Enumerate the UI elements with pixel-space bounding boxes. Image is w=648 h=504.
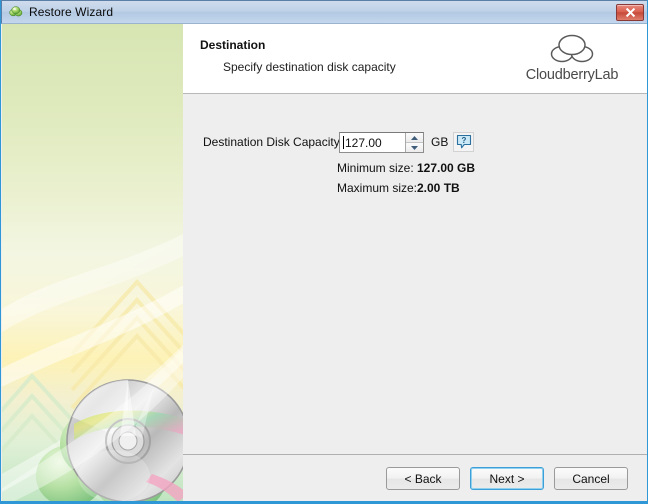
svg-text:?: ? xyxy=(461,136,466,145)
wizard-content-pane: Destination Specify destination disk cap… xyxy=(183,24,647,502)
help-question-icon: ? xyxy=(456,134,471,149)
text-caret xyxy=(343,136,344,149)
cancel-button[interactable]: Cancel xyxy=(554,467,628,490)
back-button[interactable]: < Back xyxy=(386,467,460,490)
list-item: Minimum size: 127.00 GB xyxy=(183,161,647,181)
window-bottom-border xyxy=(1,501,647,503)
window-title: Restore Wizard xyxy=(29,5,114,19)
maximum-size-value: 2.00 TB xyxy=(417,181,460,195)
minimum-size-label: Minimum size: xyxy=(337,161,414,175)
minimum-size-value: 127.00 GB xyxy=(417,161,476,175)
logo-text: CloudberryLab xyxy=(525,67,619,83)
capacity-value: 127.00 xyxy=(345,135,382,150)
destination-disk-capacity-stepper[interactable]: 127.00 xyxy=(339,132,424,153)
capacity-unit-label: GB xyxy=(431,135,449,149)
page-subtitle: Specify destination disk capacity xyxy=(223,60,396,74)
list-item: Maximum size: 2.00 TB xyxy=(183,181,647,201)
chevron-up-icon xyxy=(411,135,418,140)
cloud-icon xyxy=(550,34,594,63)
title-bar: Restore Wizard xyxy=(1,0,647,24)
stepper-down-button[interactable] xyxy=(406,143,423,152)
restore-wizard-window: Restore Wizard Destination Specify desti… xyxy=(0,0,648,504)
capacity-form-row: Destination Disk Capacity: 127.00 GB ? xyxy=(183,132,647,154)
wizard-body: Destination Disk Capacity: 127.00 GB ? M… xyxy=(183,94,647,455)
page-title: Destination xyxy=(200,38,266,52)
close-icon xyxy=(625,7,635,18)
cloudberrylab-logo: CloudberryLab xyxy=(506,32,638,83)
page-header: Destination Specify destination disk cap… xyxy=(183,24,647,94)
capacity-input[interactable]: 127.00 xyxy=(340,133,405,152)
capacity-label: Destination Disk Capacity: xyxy=(203,135,344,149)
chevron-down-icon xyxy=(411,145,418,150)
wizard-sidebar-artwork xyxy=(2,24,183,502)
cloudberry-app-icon xyxy=(8,4,24,20)
wizard-footer: < Back Next > Cancel xyxy=(183,454,647,502)
stepper-buttons xyxy=(405,133,423,152)
stepper-up-button[interactable] xyxy=(406,133,423,143)
maximum-size-label: Maximum size: xyxy=(337,181,418,195)
close-button[interactable] xyxy=(616,4,644,21)
next-button[interactable]: Next > xyxy=(470,467,544,490)
sidebar-graphic xyxy=(2,233,183,502)
size-info-list: Minimum size: 127.00 GB Maximum size: 2.… xyxy=(183,161,647,201)
help-button[interactable]: ? xyxy=(453,132,474,152)
